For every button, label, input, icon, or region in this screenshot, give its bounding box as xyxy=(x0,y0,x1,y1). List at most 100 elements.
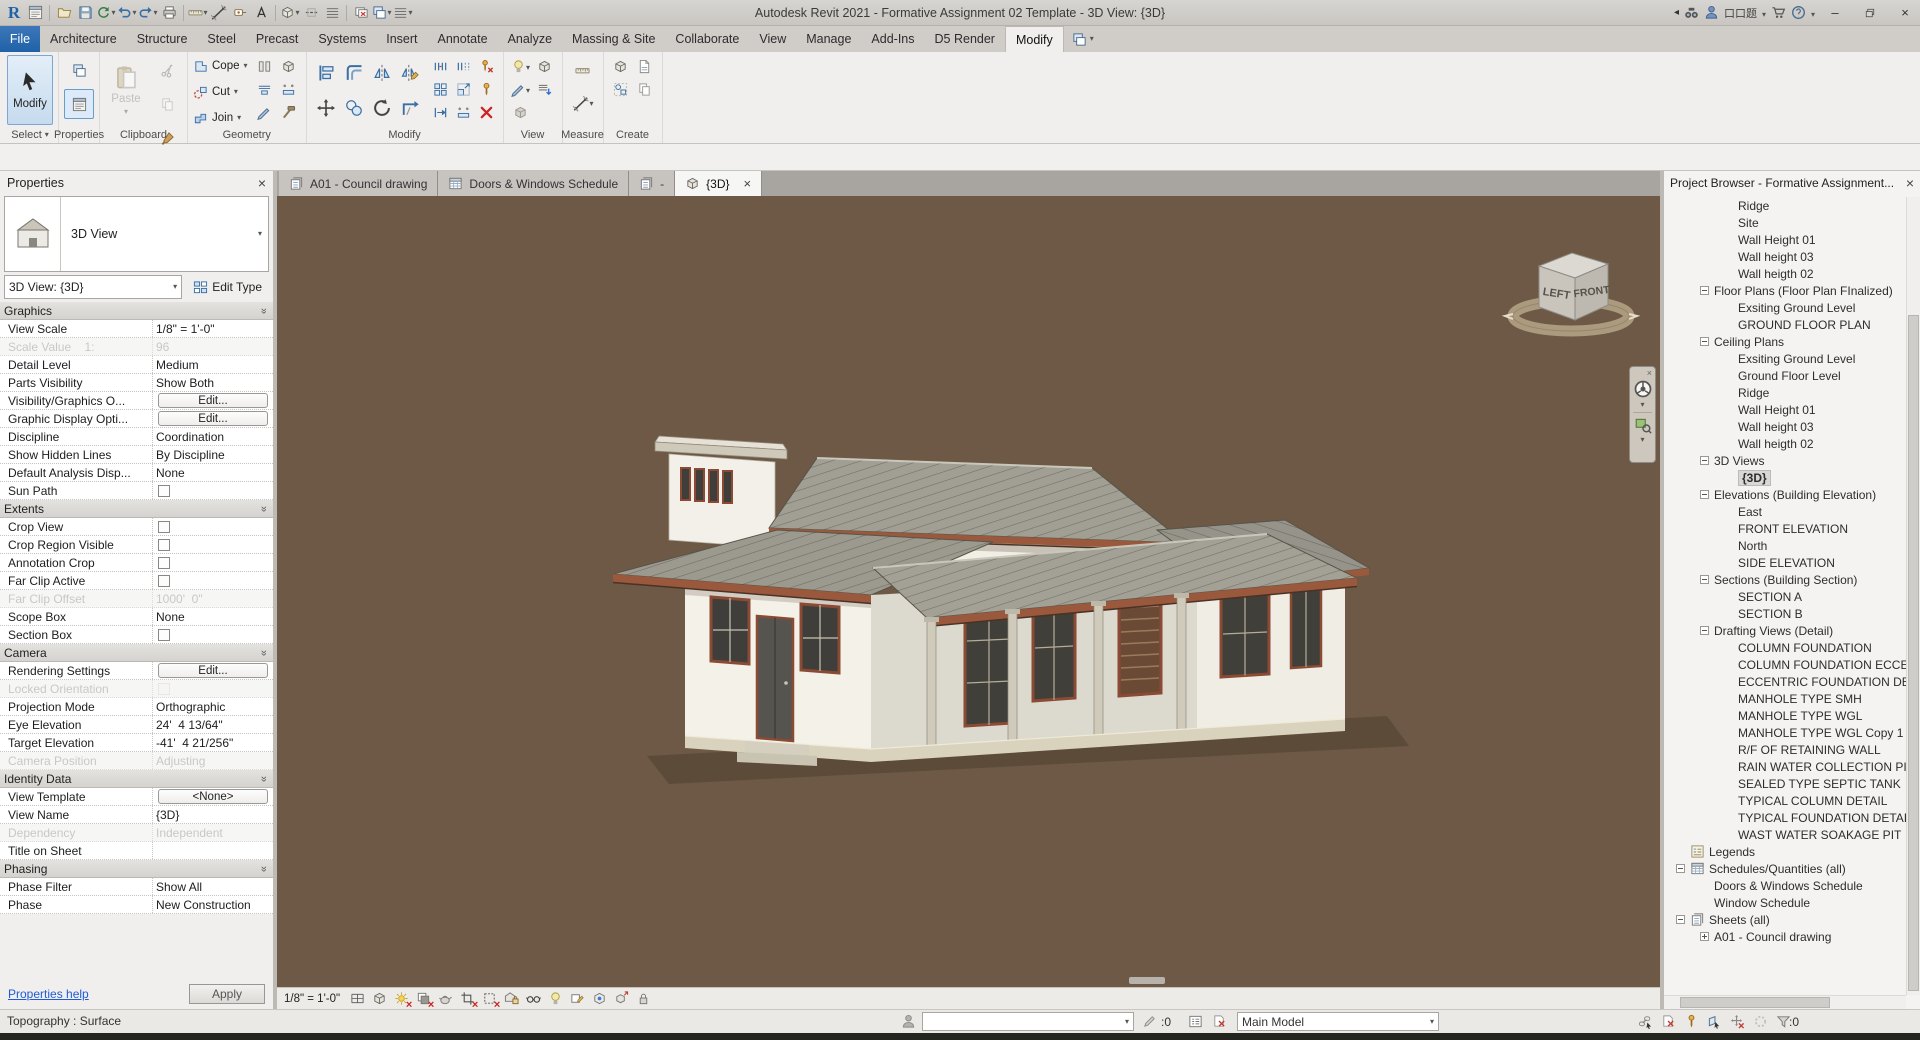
tree-item[interactable]: Exsiting Ground Level xyxy=(1664,299,1906,316)
navigation-bar[interactable]: × ▾ ▾ xyxy=(1629,366,1656,463)
measure-between-refs-button[interactable] xyxy=(568,55,598,85)
collapse-icon[interactable] xyxy=(1700,286,1709,295)
linework-button[interactable]: ▾ xyxy=(511,82,530,97)
scale-button[interactable] xyxy=(456,82,471,97)
tree-item[interactable]: A01 - Council drawing xyxy=(1664,928,1906,945)
tree-item[interactable]: Elevations (Building Elevation) xyxy=(1664,486,1906,503)
analytical-model-button[interactable] xyxy=(590,990,608,1008)
tree-item[interactable]: FRONT ELEVATION xyxy=(1664,520,1906,537)
crop-region-button[interactable]: × xyxy=(480,990,498,1008)
property-value[interactable] xyxy=(152,680,273,697)
unlocked-3d-view-button[interactable] xyxy=(502,990,520,1008)
property-value[interactable]: 1/8" = 1'-0" xyxy=(152,320,273,337)
tree-item[interactable]: Legends xyxy=(1664,843,1906,860)
checkbox[interactable] xyxy=(158,575,170,587)
property-value[interactable]: By Discipline xyxy=(152,446,273,463)
collapse-icon[interactable] xyxy=(1700,490,1709,499)
drag-elements-on-selection-toggle[interactable] xyxy=(1730,1014,1745,1029)
tree-item[interactable]: Site xyxy=(1664,214,1906,231)
tree-item[interactable]: Wall heigth 02 xyxy=(1664,435,1906,452)
tree-item[interactable]: MANHOLE TYPE WGL xyxy=(1664,707,1906,724)
property-section-header[interactable]: Phasing« xyxy=(0,860,273,878)
pin-button[interactable] xyxy=(479,82,494,97)
collapse-icon[interactable]: « xyxy=(258,649,270,655)
tree-item[interactable]: Ground Floor Level xyxy=(1664,367,1906,384)
collapse-icon[interactable] xyxy=(1700,337,1709,346)
reveal-hidden-elements-button[interactable] xyxy=(546,990,564,1008)
account-icon[interactable] xyxy=(1704,5,1719,20)
temporary-view-properties-button[interactable] xyxy=(568,990,586,1008)
tree-item[interactable]: R/F OF RETAINING WALL xyxy=(1664,741,1906,758)
align-button[interactable] xyxy=(316,63,336,83)
aligned-dimension-button[interactable]: ▾ xyxy=(568,89,598,119)
worksets-combo[interactable]: ▾ xyxy=(922,1012,1134,1031)
ribbon-panel-label-create[interactable]: Create xyxy=(604,128,662,142)
property-value[interactable] xyxy=(152,518,273,535)
geometry-show-geometry-button[interactable] xyxy=(281,59,296,74)
tab-add-ins[interactable]: Add-Ins xyxy=(861,26,924,52)
geometry-wall-joins-button[interactable] xyxy=(257,59,272,74)
link-icon[interactable] xyxy=(1212,1012,1227,1031)
show-rendering-dialog-button[interactable] xyxy=(436,990,454,1008)
property-value[interactable]: Coordination xyxy=(152,428,273,445)
view-scale-button[interactable]: 1/8" = 1'-0" xyxy=(284,993,340,1005)
reveal-hidden-button[interactable]: ▾ xyxy=(511,59,530,74)
canvas-scrollbar-nub[interactable] xyxy=(1129,977,1165,984)
design-options-icon[interactable] xyxy=(1188,1012,1203,1031)
tab-structure[interactable]: Structure xyxy=(127,26,198,52)
select-links-toggle[interactable] xyxy=(1638,1014,1653,1029)
tree-item[interactable]: Wall height 03 xyxy=(1664,418,1906,435)
selection-indicator-toggle[interactable] xyxy=(1753,1014,1768,1029)
property-value[interactable]: None xyxy=(152,608,273,625)
paste-button[interactable]: Paste▾ xyxy=(105,55,147,125)
checkbox[interactable] xyxy=(158,521,170,533)
property-value[interactable]: 96 xyxy=(152,338,273,355)
horizontal-scrollbar[interactable] xyxy=(1664,995,1906,1009)
trim-extend-corner-button[interactable] xyxy=(400,98,420,118)
tree-item[interactable]: Wall heigth 02 xyxy=(1664,265,1906,282)
tab-massing-site[interactable]: Massing & Site xyxy=(562,26,665,52)
move-button[interactable] xyxy=(316,98,336,118)
mirror-pick-axis-button[interactable] xyxy=(372,63,392,83)
copy-button[interactable] xyxy=(344,98,364,118)
tree-item[interactable]: SEALED TYPE SEPTIC TANK xyxy=(1664,775,1906,792)
default-3d-view-button[interactable]: ▾ xyxy=(280,2,300,24)
tree-item[interactable]: Ceiling Plans xyxy=(1664,333,1906,350)
tree-item[interactable]: Sections (Building Section) xyxy=(1664,571,1906,588)
property-value[interactable]: 1000' 0" xyxy=(152,590,273,607)
property-edit-button[interactable]: Edit... xyxy=(158,663,268,678)
app-store-icon[interactable] xyxy=(1771,5,1786,20)
type-properties-button[interactable] xyxy=(64,55,94,85)
tree-item[interactable]: {3D} xyxy=(1664,469,1906,486)
tree-item[interactable]: WAST WATER SOAKAGE PIT xyxy=(1664,826,1906,843)
property-section-header[interactable]: Extents« xyxy=(0,500,273,518)
zoom-region-icon[interactable] xyxy=(1634,416,1652,434)
tree-item[interactable]: Ridge xyxy=(1664,197,1906,214)
tab-view[interactable]: View xyxy=(749,26,796,52)
tree-item[interactable]: SIDE ELEVATION xyxy=(1664,554,1906,571)
revit-logo[interactable]: R xyxy=(4,2,24,24)
tab-manage[interactable]: Manage xyxy=(796,26,861,52)
tree-item[interactable]: TYPICAL COLUMN DETAIL xyxy=(1664,792,1906,809)
document-tab[interactable]: - xyxy=(629,171,675,196)
tree-item[interactable]: Wall Height 01 xyxy=(1664,401,1906,418)
chevron-down-icon[interactable]: ▾ xyxy=(1640,436,1644,444)
geometry-beam-joins-button[interactable] xyxy=(257,82,272,97)
restore-button[interactable] xyxy=(1855,0,1885,25)
geometry-cut-profile-button[interactable] xyxy=(281,82,296,97)
tree-item[interactable]: SECTION A xyxy=(1664,588,1906,605)
tree-item[interactable]: Sheets (all) xyxy=(1664,911,1906,928)
chevron-down-icon[interactable]: ▾ xyxy=(258,230,268,238)
checkbox[interactable] xyxy=(158,629,170,641)
sun-path-button[interactable]: × xyxy=(392,990,410,1008)
switch-windows-button[interactable]: ▾ xyxy=(372,2,392,24)
scrollbar-thumb[interactable] xyxy=(1908,315,1919,991)
property-value[interactable]: Independent xyxy=(152,824,273,841)
ribbon-panel-label-clipboard[interactable]: Clipboard xyxy=(100,128,187,142)
scrollbar-thumb[interactable] xyxy=(1680,997,1830,1008)
measure-button[interactable]: ▾ xyxy=(188,2,208,24)
property-section-header[interactable]: Camera« xyxy=(0,644,273,662)
close-icon[interactable]: × xyxy=(258,175,266,191)
print-button[interactable] xyxy=(159,2,179,24)
property-section-header[interactable]: Identity Data« xyxy=(0,770,273,788)
